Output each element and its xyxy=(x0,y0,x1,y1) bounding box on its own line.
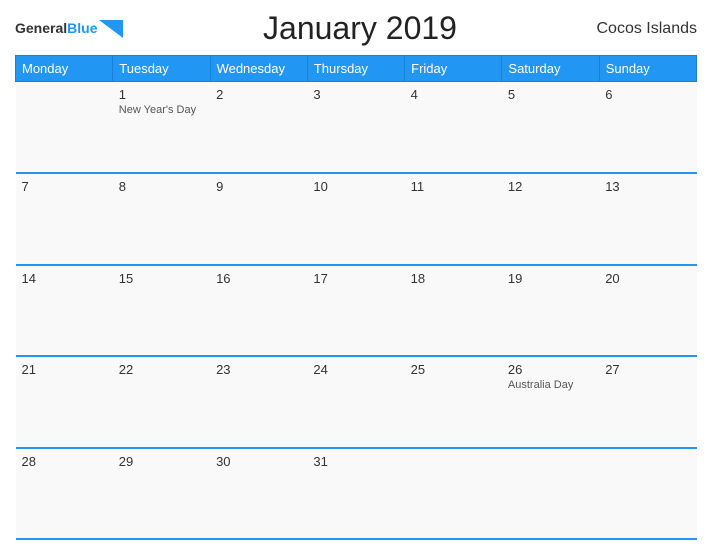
day-number: 1 xyxy=(119,87,204,102)
header-wednesday: Wednesday xyxy=(210,56,307,82)
calendar-cell: 25 xyxy=(405,356,502,448)
day-number: 7 xyxy=(22,179,107,194)
day-number: 11 xyxy=(411,179,496,194)
header-tuesday: Tuesday xyxy=(113,56,210,82)
header-saturday: Saturday xyxy=(502,56,599,82)
calendar-cell: 19 xyxy=(502,265,599,357)
calendar-week-3: 14 15 16 17 18 19 20 xyxy=(16,265,697,357)
calendar-cell: 23 xyxy=(210,356,307,448)
calendar-cell: 21 xyxy=(16,356,113,448)
day-number: 5 xyxy=(508,87,593,102)
calendar-cell: 8 xyxy=(113,173,210,265)
day-number: 26 xyxy=(508,362,593,377)
calendar-cell: 20 xyxy=(599,265,696,357)
calendar-cell xyxy=(16,82,113,174)
calendar-cell: 4 xyxy=(405,82,502,174)
day-number: 29 xyxy=(119,454,204,469)
logo-icon xyxy=(99,20,123,38)
day-number: 16 xyxy=(216,271,301,286)
calendar-cell: 11 xyxy=(405,173,502,265)
day-number: 18 xyxy=(411,271,496,286)
calendar-cell: 13 xyxy=(599,173,696,265)
calendar-cell: 26 Australia Day xyxy=(502,356,599,448)
holiday-name: Australia Day xyxy=(508,379,593,391)
calendar-week-2: 789 10 11 12 13 xyxy=(16,173,697,265)
day-number: 20 xyxy=(605,271,690,286)
calendar-cell: 28 xyxy=(16,448,113,540)
calendar-cell: 17 xyxy=(307,265,404,357)
calendar-cell: 3 xyxy=(307,82,404,174)
calendar-cell: 18 xyxy=(405,265,502,357)
day-number: 10 xyxy=(313,179,398,194)
calendar-cell: 30 xyxy=(210,448,307,540)
day-number: 28 xyxy=(22,454,107,469)
day-number: 3 xyxy=(313,87,398,102)
calendar-cell xyxy=(502,448,599,540)
calendar-cell: 16 xyxy=(210,265,307,357)
header-thursday: Thursday xyxy=(307,56,404,82)
calendar-cell: 24 xyxy=(307,356,404,448)
calendar-week-5: 28 29 30 31 xyxy=(16,448,697,540)
calendar-cell: 15 xyxy=(113,265,210,357)
day-number: 25 xyxy=(411,362,496,377)
day-number: 2 xyxy=(216,87,301,102)
calendar-cell: 12 xyxy=(502,173,599,265)
calendar-title: January 2019 xyxy=(123,10,596,47)
calendar-cell: 1 New Year's Day xyxy=(113,82,210,174)
weekday-header-row: Monday Tuesday Wednesday Thursday Friday… xyxy=(16,56,697,82)
calendar-cell: 27 xyxy=(599,356,696,448)
calendar-cell: 29 xyxy=(113,448,210,540)
day-number: 9 xyxy=(216,179,301,194)
logo: GeneralBlue xyxy=(15,20,123,38)
day-number: 13 xyxy=(605,179,690,194)
day-number: 31 xyxy=(313,454,398,469)
calendar-cell: 5 xyxy=(502,82,599,174)
calendar-table: Monday Tuesday Wednesday Thursday Friday… xyxy=(15,55,697,540)
day-number: 21 xyxy=(22,362,107,377)
header-friday: Friday xyxy=(405,56,502,82)
day-number: 4 xyxy=(411,87,496,102)
day-number: 19 xyxy=(508,271,593,286)
calendar-cell: 9 xyxy=(210,173,307,265)
region-label: Cocos Islands xyxy=(597,20,698,38)
day-number: 17 xyxy=(313,271,398,286)
day-number: 12 xyxy=(508,179,593,194)
day-number: 6 xyxy=(605,87,690,102)
day-number: 27 xyxy=(605,362,690,377)
calendar-week-4: 21 22 23 24 25 26 Australia Day 27 xyxy=(16,356,697,448)
day-number: 23 xyxy=(216,362,301,377)
day-number: 24 xyxy=(313,362,398,377)
calendar-week-1: 1 New Year's Day 23456 xyxy=(16,82,697,174)
calendar-cell: 31 xyxy=(307,448,404,540)
header-sunday: Sunday xyxy=(599,56,696,82)
day-number: 14 xyxy=(22,271,107,286)
day-number: 22 xyxy=(119,362,204,377)
calendar-cell xyxy=(599,448,696,540)
calendar-cell: 22 xyxy=(113,356,210,448)
calendar-cell: 2 xyxy=(210,82,307,174)
logo-general: GeneralBlue xyxy=(15,20,97,37)
calendar-cell: 7 xyxy=(16,173,113,265)
day-number: 8 xyxy=(119,179,204,194)
calendar-cell: 10 xyxy=(307,173,404,265)
header-monday: Monday xyxy=(16,56,113,82)
calendar-cell: 14 xyxy=(16,265,113,357)
day-number: 30 xyxy=(216,454,301,469)
calendar-cell: 6 xyxy=(599,82,696,174)
holiday-name: New Year's Day xyxy=(119,104,204,116)
day-number: 15 xyxy=(119,271,204,286)
calendar-header: GeneralBlue January 2019 Cocos Islands xyxy=(15,10,697,47)
calendar-container: GeneralBlue January 2019 Cocos Islands M… xyxy=(0,0,712,550)
calendar-cell xyxy=(405,448,502,540)
